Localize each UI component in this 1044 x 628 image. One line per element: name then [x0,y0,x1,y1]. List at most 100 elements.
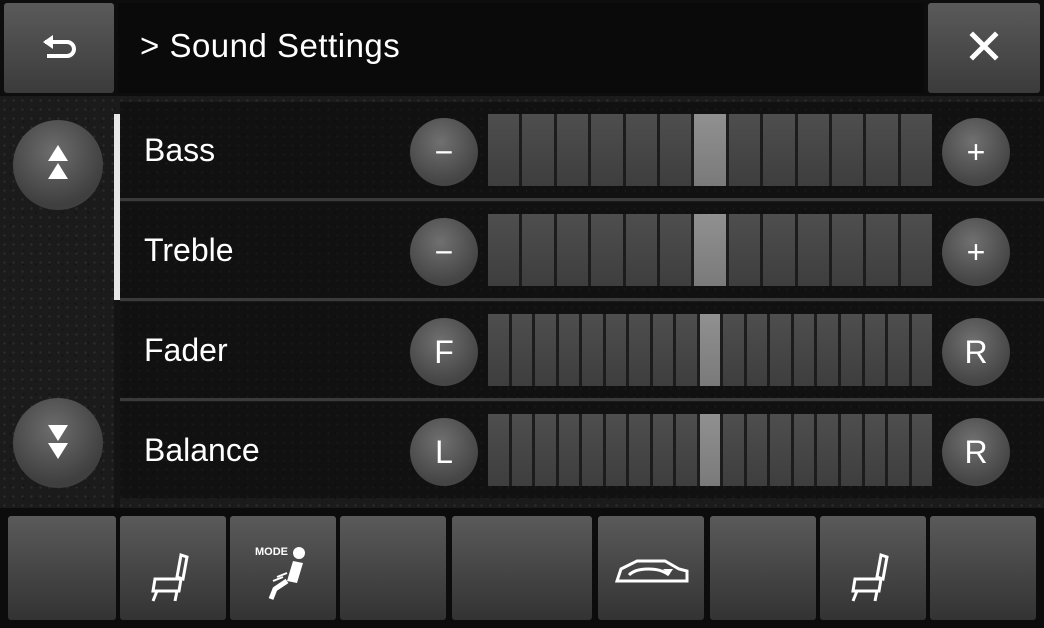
level-segment[interactable] [888,414,909,486]
climate-button-1[interactable] [8,516,116,620]
back-button[interactable] [4,3,114,93]
bass-increase-button[interactable]: + [942,118,1010,186]
level-segment[interactable] [488,414,509,486]
page-title: > Sound Settings [140,27,401,64]
bass-decrease-button[interactable]: − [410,118,478,186]
treble-decrease-button[interactable]: − [410,218,478,286]
level-segment[interactable] [900,214,933,286]
level-segment[interactable] [535,414,556,486]
passenger-seat-heater-button[interactable] [820,516,926,620]
level-segment[interactable] [831,214,864,286]
level-segment[interactable] [605,414,627,486]
level-segment-active[interactable] [694,114,726,186]
treble-increase-button[interactable]: + [942,218,1010,286]
level-segment[interactable] [840,314,862,386]
level-segment[interactable] [629,314,650,386]
level-segment-active[interactable] [699,414,721,486]
level-segment[interactable] [900,114,933,186]
level-segment[interactable] [488,314,509,386]
climate-button-4[interactable] [340,516,446,620]
level-segment[interactable] [793,314,815,386]
level-segment[interactable] [831,114,864,186]
level-segment[interactable] [605,314,627,386]
level-segment[interactable] [652,314,674,386]
level-segment[interactable] [723,414,744,486]
level-segment[interactable] [488,214,520,286]
level-segment[interactable] [817,314,838,386]
level-segment[interactable] [817,414,838,486]
level-segment[interactable] [911,414,933,486]
level-segment[interactable] [625,214,657,286]
climate-button-5[interactable] [452,516,592,620]
mode-button[interactable]: MODE [230,516,336,620]
level-segment[interactable] [840,414,862,486]
level-segment[interactable] [746,314,768,386]
close-button[interactable] [928,3,1040,93]
level-segment[interactable] [746,414,768,486]
level-segment[interactable] [511,414,533,486]
level-segment[interactable] [770,314,791,386]
balance-right-button[interactable]: R [942,418,1010,486]
level-segment[interactable] [652,414,674,486]
level-segment[interactable] [556,114,589,186]
fader-rear-button[interactable]: R [942,318,1010,386]
level-segment[interactable] [728,114,761,186]
close-icon [969,30,999,66]
level-segment[interactable] [522,214,554,286]
double-arrow-up-icon [45,143,71,188]
level-segment[interactable] [522,114,554,186]
level-segment[interactable] [676,314,697,386]
scroll-down-button[interactable] [13,398,103,488]
recirculation-button[interactable] [598,516,704,620]
level-segment[interactable] [797,114,829,186]
climate-bar: MODE [0,508,1044,628]
climate-button-9[interactable] [930,516,1036,620]
balance-level-bar[interactable] [488,414,933,486]
level-segment[interactable] [629,414,650,486]
level-segment[interactable] [763,114,795,186]
level-segment[interactable] [793,414,815,486]
level-segment[interactable] [591,114,623,186]
seat-heater-icon [847,549,899,610]
level-segment[interactable] [659,214,692,286]
level-segment[interactable] [866,114,898,186]
level-segment[interactable] [582,314,603,386]
double-arrow-down-icon [45,421,71,466]
level-segment[interactable] [723,314,744,386]
level-segment[interactable] [864,314,886,386]
level-segment[interactable] [763,214,795,286]
level-segment[interactable] [676,414,697,486]
level-segment[interactable] [535,314,556,386]
level-segment[interactable] [770,414,791,486]
fader-level-bar[interactable] [488,314,933,386]
level-segment-active[interactable] [699,314,721,386]
level-segment[interactable] [797,214,829,286]
level-segment[interactable] [888,314,909,386]
level-segment[interactable] [866,214,898,286]
level-segment[interactable] [558,314,580,386]
scroll-up-button[interactable] [13,120,103,210]
climate-button-7[interactable] [710,516,816,620]
bass-level-bar[interactable] [488,114,933,186]
level-segment[interactable] [728,214,761,286]
fader-front-button[interactable]: F [410,318,478,386]
level-segment[interactable] [625,114,657,186]
level-segment[interactable] [582,414,603,486]
driver-seat-heater-button[interactable] [120,516,226,620]
level-segment[interactable] [591,214,623,286]
svg-text:MODE: MODE [255,546,288,558]
setting-label: Treble [144,232,234,268]
level-segment[interactable] [864,414,886,486]
level-segment[interactable] [659,114,692,186]
level-segment-active[interactable] [694,214,726,286]
settings-panel: Bass − + Treble − + Fader F R Balance L … [0,96,1044,508]
setting-label: Bass [144,132,216,168]
level-segment[interactable] [558,414,580,486]
level-segment[interactable] [911,314,933,386]
level-segment[interactable] [556,214,589,286]
level-segment[interactable] [511,314,533,386]
level-segment[interactable] [488,114,520,186]
balance-left-button[interactable]: L [410,418,478,486]
setting-row-balance: Balance L R [120,402,1044,498]
treble-level-bar[interactable] [488,214,933,286]
